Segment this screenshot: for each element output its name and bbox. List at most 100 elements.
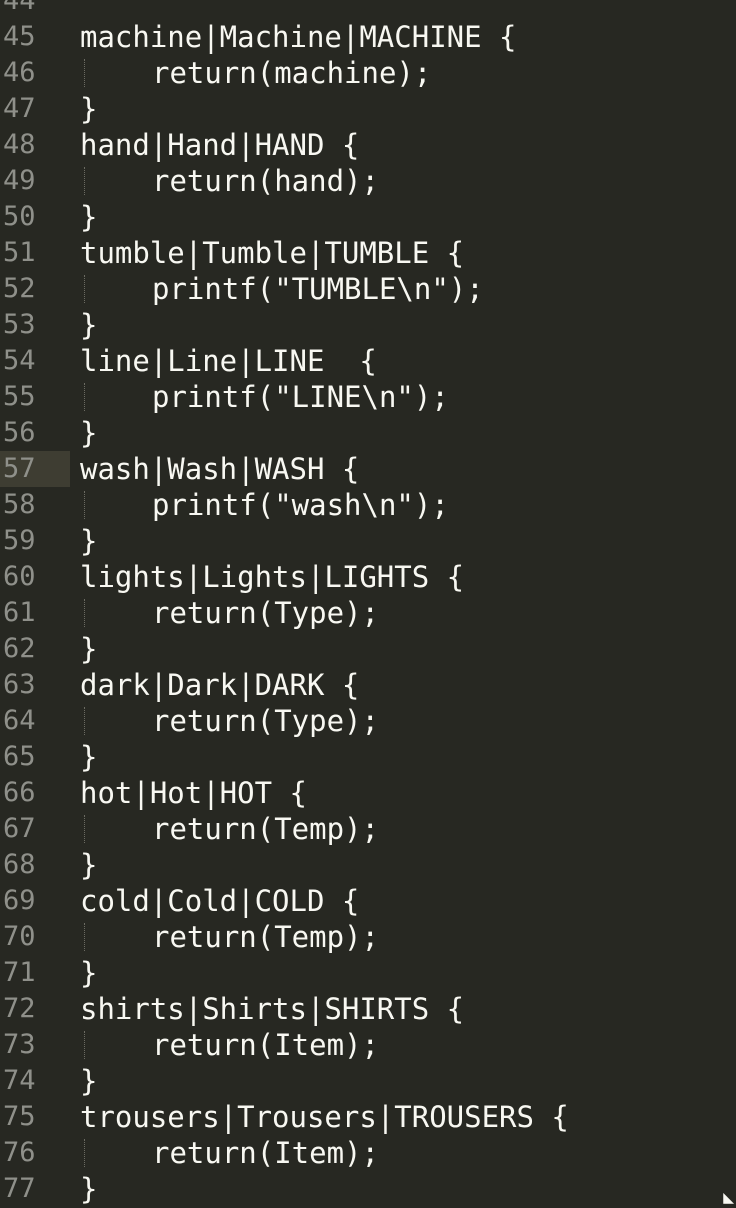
code-line[interactable]: 49 return(hand); — [0, 163, 736, 199]
code-text[interactable]: machine|Machine|MACHINE { — [80, 19, 517, 55]
code-text[interactable]: } — [80, 739, 97, 775]
code-text[interactable]: } — [80, 955, 97, 991]
line-number: 63 — [3, 669, 36, 700]
code-line[interactable]: 58 printf("wash\n"); — [0, 487, 736, 523]
code-text[interactable]: } — [80, 91, 97, 127]
code-line[interactable]: 45 machine|Machine|MACHINE { — [0, 19, 736, 55]
code-text[interactable]: return(Type); — [152, 703, 379, 739]
code-line[interactable]: 59} — [0, 523, 736, 559]
code-text[interactable]: return(machine); — [152, 55, 431, 91]
indent-guide — [84, 275, 85, 303]
code-line[interactable]: 63 dark|Dark|DARK { — [0, 667, 736, 703]
code-line[interactable]: 46 return(machine); — [0, 55, 736, 91]
code-line[interactable]: 73 return(Item); — [0, 1027, 736, 1063]
code-line[interactable]: 77} — [0, 1171, 736, 1207]
code-text[interactable]: } — [80, 1171, 97, 1207]
code-line[interactable]: 64 return(Type); — [0, 703, 736, 739]
code-text[interactable]: return(Temp); — [152, 919, 379, 955]
code-line[interactable]: 68} — [0, 847, 736, 883]
code-text[interactable]: return(hand); — [152, 163, 379, 199]
line-number: 75 — [3, 1101, 36, 1132]
code-text[interactable]: printf("TUMBLE\n"); — [152, 271, 484, 307]
code-line[interactable]: 72 shirts|Shirts|SHIRTS { — [0, 991, 736, 1027]
code-line[interactable]: 67 return(Temp); — [0, 811, 736, 847]
code-text[interactable]: cold|Cold|COLD { — [80, 883, 359, 919]
code-line[interactable]: 57 wash|Wash|WASH { — [0, 451, 736, 487]
code-line[interactable]: 53} — [0, 307, 736, 343]
code-text[interactable]: return(Type); — [152, 595, 379, 631]
code-line[interactable]: 69 cold|Cold|COLD { — [0, 883, 736, 919]
code-line[interactable]: 54 line|Line|LINE { — [0, 343, 736, 379]
code-text[interactable]: wash|Wash|WASH { — [80, 451, 359, 487]
code-text[interactable]: } — [80, 415, 97, 451]
line-number: 62 — [3, 633, 36, 664]
code-line[interactable]: 76 return(Item); — [0, 1135, 736, 1171]
code-line[interactable]: 61 return(Type); — [0, 595, 736, 631]
code-text[interactable]: return(Item); — [152, 1027, 379, 1063]
code-lines[interactable]: 44 45 machine|Machine|MACHINE { 46 return(ma… — [0, 0, 736, 1208]
line-number: 53 — [3, 309, 36, 340]
code-line[interactable]: 71} — [0, 955, 736, 991]
code-text[interactable]: } — [80, 631, 97, 667]
indent-guide — [84, 923, 85, 951]
code-line[interactable]: 48 hand|Hand|HAND { — [0, 127, 736, 163]
code-line[interactable]: 47} — [0, 91, 736, 127]
code-line[interactable]: 66 hot|Hot|HOT { — [0, 775, 736, 811]
line-number: 50 — [3, 201, 36, 232]
code-line[interactable]: 65} — [0, 739, 736, 775]
code-text[interactable]: } — [80, 847, 97, 883]
code-text[interactable]: printf("LINE\n"); — [152, 379, 449, 415]
line-number: 51 — [3, 237, 36, 268]
line-number: 44 — [3, 0, 36, 16]
code-line[interactable]: 50} — [0, 199, 736, 235]
line-number: 67 — [3, 813, 36, 844]
code-editor[interactable]: 44 45 machine|Machine|MACHINE { 46 return(ma… — [0, 0, 736, 1208]
line-number: 65 — [3, 741, 36, 772]
code-text[interactable]: printf("wash\n"); — [152, 487, 449, 523]
code-line[interactable]: 62} — [0, 631, 736, 667]
code-text[interactable]: } — [80, 199, 97, 235]
code-line[interactable]: 55 printf("LINE\n"); — [0, 379, 736, 415]
line-number: 55 — [3, 381, 36, 412]
code-text[interactable]: lights|Lights|LIGHTS { — [80, 559, 464, 595]
code-text[interactable]: trousers|Trousers|TROUSERS { — [80, 1099, 569, 1135]
line-number: 71 — [3, 957, 36, 988]
line-number: 77 — [3, 1173, 36, 1204]
code-line[interactable]: 51 tumble|Tumble|TUMBLE { — [0, 235, 736, 271]
line-number: 59 — [3, 525, 36, 556]
code-line[interactable]: 44 — [0, 0, 736, 19]
code-text[interactable]: dark|Dark|DARK { — [80, 667, 359, 703]
indent-guide — [84, 59, 85, 87]
code-text[interactable]: line|Line|LINE { — [80, 343, 377, 379]
line-number: 72 — [3, 993, 36, 1024]
code-text[interactable]: tumble|Tumble|TUMBLE { — [80, 235, 464, 271]
line-number: 60 — [3, 561, 36, 592]
indent-guide — [84, 707, 85, 735]
indent-guide — [84, 815, 85, 843]
code-text[interactable]: return(Temp); — [152, 811, 379, 847]
line-number: 57 — [0, 451, 70, 487]
code-text[interactable]: return(Item); — [152, 1135, 379, 1171]
code-line[interactable]: 70 return(Temp); — [0, 919, 736, 955]
line-number: 66 — [3, 777, 36, 808]
line-number: 74 — [3, 1065, 36, 1096]
code-text[interactable]: } — [80, 307, 97, 343]
line-number: 76 — [3, 1137, 36, 1168]
code-text[interactable]: hot|Hot|HOT { — [80, 775, 307, 811]
code-line[interactable]: 56} — [0, 415, 736, 451]
mouse-pointer-icon: ◣ — [723, 1190, 734, 1206]
indent-guide — [84, 1031, 85, 1059]
code-text[interactable]: } — [80, 1063, 97, 1099]
code-text[interactable]: } — [80, 523, 97, 559]
line-number: 45 — [3, 21, 36, 52]
line-number: 46 — [3, 57, 36, 88]
code-text[interactable]: hand|Hand|HAND { — [80, 127, 359, 163]
indent-guide — [84, 383, 85, 411]
line-number: 70 — [3, 921, 36, 952]
code-line[interactable]: 60 lights|Lights|LIGHTS { — [0, 559, 736, 595]
code-text[interactable]: shirts|Shirts|SHIRTS { — [80, 991, 464, 1027]
code-line[interactable]: 75 trousers|Trousers|TROUSERS { — [0, 1099, 736, 1135]
code-line[interactable]: 52 printf("TUMBLE\n"); — [0, 271, 736, 307]
line-number: 49 — [3, 165, 36, 196]
code-line[interactable]: 74} — [0, 1063, 736, 1099]
